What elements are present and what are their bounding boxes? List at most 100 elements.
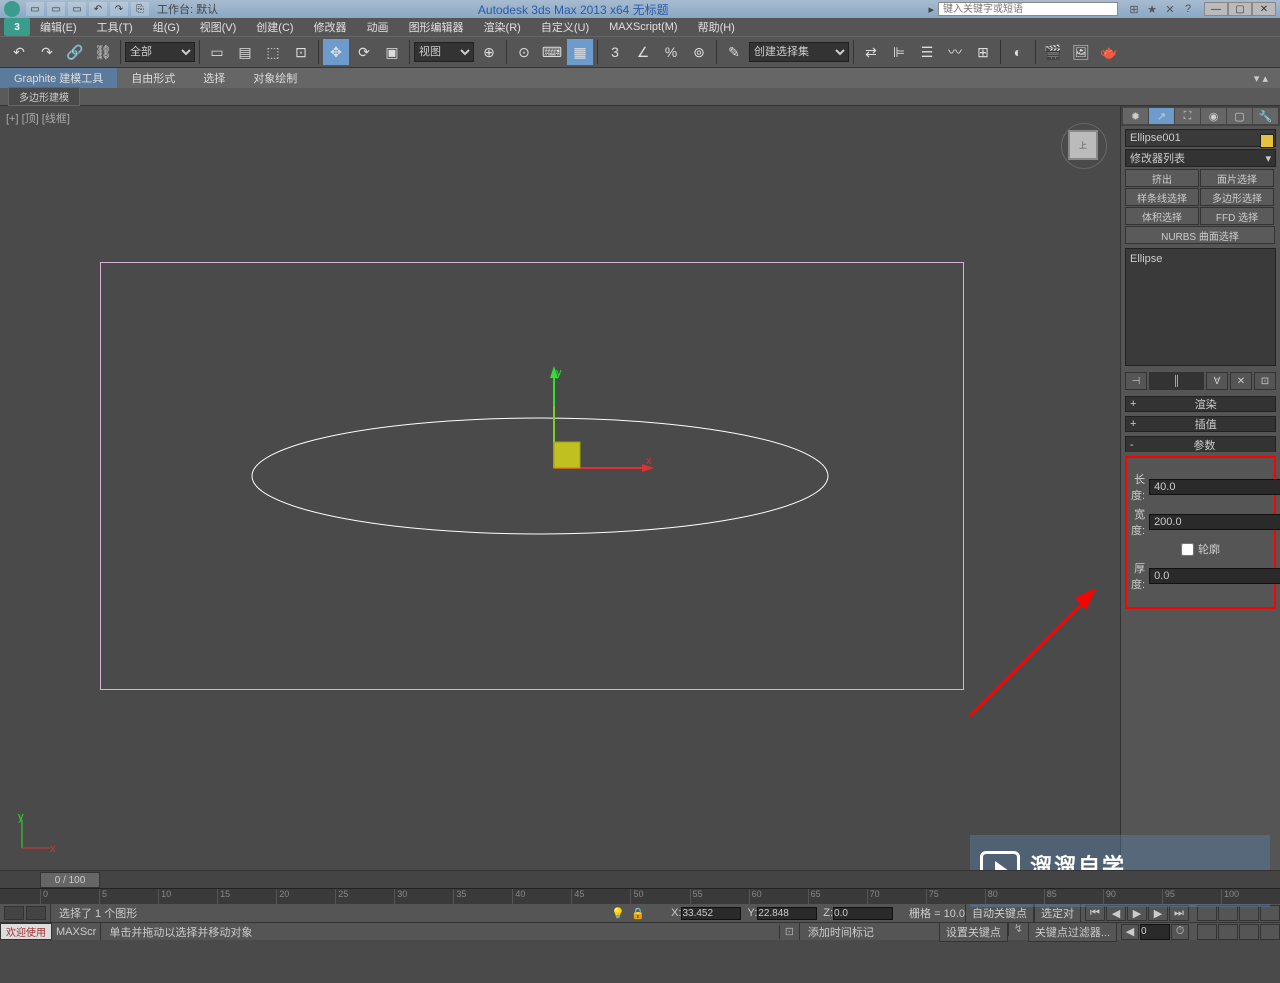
selection-filter-select[interactable]: 全部 (125, 42, 195, 62)
maximize-button[interactable]: ▢ (1228, 2, 1252, 16)
angle-snap-icon[interactable]: ∠ (630, 39, 656, 65)
workspace-label[interactable]: 工作台: 默认 (157, 1, 218, 17)
object-name-input[interactable]: Ellipse001 (1125, 129, 1276, 147)
schematic-icon[interactable]: ⊞ (970, 39, 996, 65)
lock-icon[interactable]: 💡 (611, 907, 631, 920)
tab-selection[interactable]: 选择 (189, 68, 239, 88)
menu-help[interactable]: 帮助(H) (688, 18, 745, 36)
menu-group[interactable]: 组(G) (143, 18, 190, 36)
menu-modifiers[interactable]: 修改器 (304, 18, 357, 36)
outline-checkbox[interactable] (1181, 543, 1194, 556)
close-button[interactable]: ✕ (1252, 2, 1276, 16)
timeslider-thumb[interactable]: 0 / 100 (40, 872, 100, 888)
mod-poly-select[interactable]: 多边形选择 (1200, 188, 1274, 206)
x-input[interactable] (681, 907, 741, 920)
width-input[interactable] (1150, 515, 1280, 529)
track-toggle-icon[interactable] (26, 906, 46, 920)
poly-modeling-tab[interactable]: 多边形建模 (8, 87, 80, 106)
new-file-icon[interactable]: ▭ (26, 2, 44, 16)
mod-patch-select[interactable]: 面片选择 (1200, 169, 1274, 187)
pin-stack-icon[interactable]: ⊣ (1125, 372, 1147, 390)
goto-start-icon[interactable]: ⏮ (1085, 905, 1105, 921)
viewcube-ring-icon[interactable] (1061, 123, 1107, 169)
mod-ffd-select[interactable]: FFD 选择 (1200, 207, 1274, 225)
viewport[interactable]: [+] [顶] [线框] 上 y x y x (0, 106, 1120, 870)
menu-edit[interactable]: 编辑(E) (30, 18, 87, 36)
maxscript-label[interactable]: MAXScr (52, 926, 100, 938)
thickness-spinner[interactable]: ▴▾ (1149, 568, 1280, 584)
move-icon[interactable]: ✥ (323, 39, 349, 65)
viewport-label[interactable]: [+] [顶] [线框] (6, 110, 70, 126)
percent-snap-icon[interactable]: % (658, 39, 684, 65)
rollout-render-head[interactable]: +渲染 (1125, 396, 1276, 412)
thickness-input[interactable] (1150, 569, 1280, 583)
menu-animation[interactable]: 动画 (357, 18, 399, 36)
play-icon[interactable]: ▶ (1127, 905, 1147, 921)
named-selection-select[interactable]: 创建选择集 (749, 42, 849, 62)
mod-nurbs-select[interactable]: NURBS 曲面选择 (1125, 226, 1275, 244)
window-crossing-icon[interactable]: ⊡ (288, 39, 314, 65)
time-prev-icon[interactable]: ◀ (1121, 924, 1139, 940)
mod-extrude[interactable]: 挤出 (1125, 169, 1199, 187)
redo-icon[interactable]: ↷ (34, 39, 60, 65)
layer-icon[interactable]: ☰ (914, 39, 940, 65)
remove-modifier-icon[interactable]: ✕ (1230, 372, 1252, 390)
snap-toggle-icon[interactable]: ▦ (567, 39, 593, 65)
select-region-icon[interactable]: ⬚ (260, 39, 286, 65)
tab-motion[interactable]: ◉ (1201, 108, 1226, 124)
app-icon[interactable] (4, 1, 20, 17)
save-file-icon[interactable]: ▭ (68, 2, 86, 16)
ribbon-expand-icon[interactable]: ▾ ▴ (1254, 72, 1268, 85)
tab-display[interactable]: ▢ (1227, 108, 1252, 124)
menu-tools[interactable]: 工具(T) (87, 18, 143, 36)
lock2-icon[interactable]: 🔒 (631, 907, 651, 920)
viewport-nav6-icon[interactable] (1218, 924, 1238, 940)
time-input[interactable] (1140, 924, 1170, 940)
length-input[interactable] (1150, 480, 1280, 494)
favorite-icon[interactable]: ✕ (1162, 2, 1178, 16)
menu-grapheditors[interactable]: 图形编辑器 (399, 18, 474, 36)
render-icon[interactable]: 🫖 (1096, 39, 1122, 65)
timeslider[interactable]: 0 / 100 (0, 870, 1280, 888)
link-icon[interactable]: 🔗 (62, 39, 88, 65)
unlink-icon[interactable]: ⛓ (90, 39, 116, 65)
mod-spline-select[interactable]: 样条线选择 (1125, 188, 1199, 206)
rotate-icon[interactable]: ⟳ (351, 39, 377, 65)
tab-modify[interactable]: ↗ (1149, 108, 1174, 124)
menu-customize[interactable]: 自定义(U) (531, 18, 599, 36)
viewport-nav7-icon[interactable] (1239, 924, 1259, 940)
stack-item-ellipse[interactable]: Ellipse (1130, 253, 1271, 265)
tab-create[interactable]: ✹ (1123, 108, 1148, 124)
material-editor-icon[interactable]: ◐ (1005, 39, 1031, 65)
viewcube[interactable]: 上 (1064, 126, 1104, 166)
object-color-swatch[interactable] (1260, 134, 1274, 148)
make-unique-icon[interactable]: ∀ (1206, 372, 1228, 390)
width-spinner[interactable]: ▴▾ (1149, 514, 1280, 530)
snap-3d-icon[interactable]: 3 (602, 39, 628, 65)
keymode-icon[interactable]: ↯ (1008, 922, 1028, 936)
keyboard-icon[interactable]: ⌨ (539, 39, 565, 65)
menu-create[interactable]: 创建(C) (246, 18, 303, 36)
move-gizmo[interactable]: y x (536, 366, 656, 486)
undo-icon[interactable]: ↶ (6, 39, 32, 65)
menu-rendering[interactable]: 渲染(R) (474, 18, 531, 36)
viewport-nav5-icon[interactable] (1197, 924, 1217, 940)
open-file-icon[interactable]: ▭ (47, 2, 65, 16)
key-filter-button[interactable]: 关键点过滤器... (1028, 922, 1117, 942)
y-input[interactable] (757, 907, 817, 920)
z-input[interactable] (833, 907, 893, 920)
rollout-params-head[interactable]: -参数 (1125, 436, 1276, 452)
resource-icon[interactable]: ⊞ (1126, 2, 1142, 16)
menu-views[interactable]: 视图(V) (190, 18, 247, 36)
undo-icon[interactable]: ↶ (89, 2, 107, 16)
menu-maxscript[interactable]: MAXScript(M) (599, 20, 687, 34)
trackbar[interactable]: 0510152025303540455055606570758085909510… (0, 888, 1280, 904)
spinner-snap-icon[interactable]: ⊚ (686, 39, 712, 65)
scale-icon[interactable]: ▣ (379, 39, 405, 65)
info-icon[interactable]: ? (1180, 2, 1196, 16)
viewport-nav2-icon[interactable] (1218, 905, 1238, 921)
modifier-list-dropdown[interactable]: 修改器列表▾ (1125, 149, 1276, 167)
pivot-icon[interactable]: ⊕ (476, 39, 502, 65)
viewport-nav3-icon[interactable] (1239, 905, 1259, 921)
align-icon[interactable]: ⊫ (886, 39, 912, 65)
